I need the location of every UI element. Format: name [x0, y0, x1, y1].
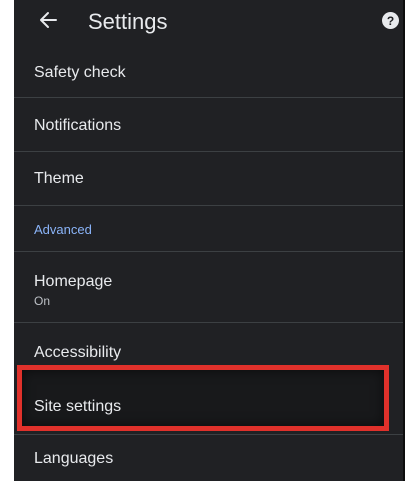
- app-bar: Settings ?: [14, 0, 405, 44]
- settings-item-label: Homepage: [34, 273, 113, 290]
- settings-item-safety-check[interactable]: Safety check: [14, 44, 405, 97]
- settings-item-label: Languages: [34, 450, 114, 467]
- svg-text:?: ?: [387, 14, 394, 28]
- settings-item-label: Safety check: [34, 64, 126, 81]
- settings-item-languages[interactable]: Languages: [14, 435, 405, 481]
- settings-item-site-settings[interactable]: Site settings: [14, 370, 405, 426]
- help-icon[interactable]: ?: [382, 12, 399, 29]
- divider: [14, 205, 405, 206]
- settings-item-theme[interactable]: Theme: [14, 152, 405, 205]
- settings-item-notifications[interactable]: Notifications: [14, 98, 405, 151]
- arrow-left-icon[interactable]: [36, 6, 60, 34]
- settings-item-label: Accessibility: [34, 344, 122, 361]
- settings-item-label: Theme: [34, 170, 84, 187]
- section-header-advanced: Advanced: [34, 222, 92, 237]
- settings-item-homepage[interactable]: Homepage On: [14, 252, 405, 322]
- settings-item-label: Site settings: [34, 398, 122, 415]
- settings-screen: Settings ? Safety check Notifications Th…: [14, 0, 405, 481]
- settings-item-label: Notifications: [34, 117, 122, 134]
- settings-item-status: On: [34, 294, 51, 308]
- page-title: Settings: [88, 9, 168, 34]
